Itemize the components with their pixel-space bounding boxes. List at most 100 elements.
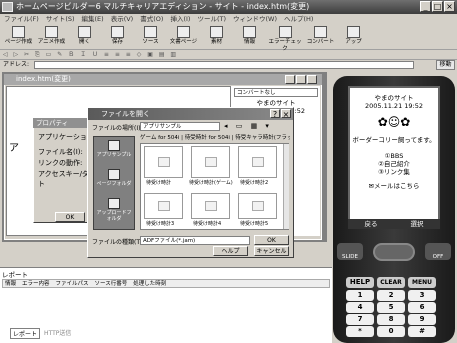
key-6[interactable]: 6 bbox=[408, 302, 436, 313]
menu-help[interactable]: ヘルプ(H) bbox=[284, 14, 313, 24]
menu-insert[interactable]: 挿入(I) bbox=[170, 14, 190, 24]
file-type-select[interactable]: ADFファイル(*.jam) bbox=[140, 236, 250, 245]
key-4[interactable]: 4 bbox=[346, 302, 374, 313]
dialog-nav-icons[interactable]: ◂ ▭ ▦ ▾ bbox=[224, 122, 272, 130]
file-tabs[interactable]: ゲーム for 504i | 待受時計 for 504i | 待受キャラ時計(フ… bbox=[140, 133, 290, 143]
look-in-select[interactable]: アプリサンプル bbox=[140, 122, 220, 131]
phone-site-title: やまのサイト bbox=[374, 94, 414, 102]
key-star[interactable]: * bbox=[346, 326, 374, 337]
file-thumb[interactable] bbox=[191, 193, 230, 219]
key-1[interactable]: 1 bbox=[346, 290, 374, 301]
document-title: index.htm(変更) bbox=[16, 75, 71, 83]
softkey-select[interactable]: 選択 bbox=[394, 219, 440, 229]
doc-close-button[interactable] bbox=[307, 75, 317, 84]
close-button[interactable]: × bbox=[444, 1, 455, 12]
address-input[interactable] bbox=[34, 61, 414, 69]
help-icon[interactable]: ? bbox=[270, 109, 280, 119]
key-hash[interactable]: # bbox=[408, 326, 436, 337]
menu-site[interactable]: サイト(S) bbox=[46, 14, 75, 24]
folder-icon bbox=[108, 198, 120, 209]
place-upload-folder[interactable]: アップロードフォルダ bbox=[95, 196, 133, 224]
doc-maximize-button[interactable] bbox=[296, 75, 306, 84]
file-label: 待受け時計(ゲーム) bbox=[189, 180, 233, 186]
convert-button[interactable]: コンバート bbox=[304, 24, 337, 50]
doc-page-button[interactable]: 文書ページ bbox=[167, 24, 200, 50]
menu-key[interactable]: MENU bbox=[408, 277, 436, 288]
prop-ok-button[interactable]: OK bbox=[55, 212, 85, 222]
key-9[interactable]: 9 bbox=[408, 314, 436, 325]
source-icon bbox=[144, 26, 157, 38]
save-button[interactable]: 保存 bbox=[101, 24, 134, 50]
material-icon bbox=[210, 26, 223, 38]
file-icon bbox=[251, 157, 264, 167]
preview-title: やまのサイト bbox=[256, 99, 296, 107]
convert-combo[interactable]: コンバートなし bbox=[234, 88, 318, 97]
dialog-close-button[interactable]: × bbox=[281, 109, 291, 119]
file-thumb[interactable] bbox=[144, 193, 183, 219]
phone-mail-link[interactable]: ✉メールはこちら bbox=[350, 182, 438, 190]
upload-button[interactable]: アップ bbox=[337, 24, 370, 50]
page-icon bbox=[12, 26, 25, 38]
report-col-time[interactable]: 処理した時刻 bbox=[133, 280, 166, 287]
clear-key[interactable]: CLEAR bbox=[377, 277, 405, 288]
floppy-icon bbox=[111, 26, 124, 38]
look-in-label: ファイルの場所(I): bbox=[92, 125, 143, 132]
help-key[interactable]: HELP bbox=[346, 277, 374, 288]
softkey-back[interactable]: 戻る bbox=[348, 219, 394, 229]
menu-file[interactable]: ファイル(F) bbox=[4, 14, 39, 24]
file-list-scrollbar[interactable] bbox=[283, 144, 289, 229]
key-5[interactable]: 5 bbox=[377, 302, 405, 313]
format-toolbar[interactable]: ◁ ▷ ✂ ⎘ ▭ ✎ Ｂ Ｉ Ｕ ≡ ≡ ≡ ◇ ▣ ▤ ▥ bbox=[0, 50, 457, 60]
key-7[interactable]: 7 bbox=[346, 314, 374, 325]
phone-screen: やまのサイト 2005.11.21 19:52 ✿☺✿ ボーダーコリー飼ってます… bbox=[348, 86, 440, 229]
maximize-button[interactable]: □ bbox=[432, 1, 443, 12]
file-thumb[interactable] bbox=[144, 146, 183, 178]
open-button[interactable]: 開く bbox=[68, 24, 101, 50]
key-3[interactable]: 3 bbox=[408, 290, 436, 301]
error-check-button[interactable]: エラーチェック bbox=[266, 24, 304, 52]
go-button[interactable]: 移動 bbox=[436, 60, 455, 70]
phone-menu-bbs[interactable]: ①BBS bbox=[350, 152, 438, 160]
format-tool-icons: ◁ ▷ ✂ ⎘ ▭ ✎ Ｂ Ｉ Ｕ ≡ ≡ ≡ ◇ ▣ ▤ ▥ bbox=[3, 51, 179, 58]
source-button[interactable]: ソース bbox=[134, 24, 167, 50]
menu-view[interactable]: 表示(V) bbox=[111, 14, 134, 24]
minimize-button[interactable]: _ bbox=[420, 1, 431, 12]
menubar: ファイル(F) サイト(S) 編集(E) 表示(V) 書式(O) 挿入(I) ツ… bbox=[0, 14, 457, 24]
dpad[interactable] bbox=[373, 243, 415, 261]
report-col-info[interactable]: 情報 bbox=[5, 280, 16, 287]
report-col-error[interactable]: エラー内容 bbox=[22, 280, 50, 287]
slide-button[interactable]: SLIDE bbox=[337, 243, 363, 260]
folder-icon bbox=[108, 169, 120, 180]
file-dialog-titlebar: ファイルを開く bbox=[88, 108, 293, 120]
file-thumb[interactable] bbox=[238, 193, 277, 219]
key-2[interactable]: 2 bbox=[377, 290, 405, 301]
ok-button[interactable]: OK bbox=[254, 235, 289, 245]
http-tab[interactable]: HTTP送信 bbox=[42, 328, 73, 337]
cancel-button[interactable]: キャンセル bbox=[254, 246, 289, 256]
report-col-path[interactable]: ファイルパス bbox=[56, 280, 89, 287]
report-tab[interactable]: レポート bbox=[10, 328, 41, 339]
key-8[interactable]: 8 bbox=[377, 314, 405, 325]
place-page-folder[interactable]: ページフォルダ bbox=[95, 167, 133, 195]
report-col-line[interactable]: ソース行番号 bbox=[95, 280, 128, 287]
menu-tools[interactable]: ツール(T) bbox=[197, 14, 226, 24]
doc-minimize-button[interactable] bbox=[285, 75, 295, 84]
new-page-button[interactable]: ページ作成 bbox=[2, 24, 35, 50]
off-button[interactable]: OFF bbox=[425, 243, 451, 260]
file-thumb[interactable] bbox=[191, 146, 230, 178]
menu-format[interactable]: 書式(O) bbox=[140, 14, 163, 24]
info-button[interactable]: 情報 bbox=[233, 24, 266, 50]
phone-menu-links[interactable]: ③リンク集 bbox=[350, 168, 438, 176]
help-button[interactable]: ヘルプ bbox=[213, 246, 248, 256]
window-titlebar: ホームページビルダー6 マルチキャリアエディション - サイト - index.… bbox=[0, 0, 457, 14]
phone-menu-intro[interactable]: ②自己紹介 bbox=[350, 160, 438, 168]
menu-edit[interactable]: 編集(E) bbox=[82, 14, 104, 24]
material-button[interactable]: 素材 bbox=[200, 24, 233, 50]
file-thumb[interactable] bbox=[238, 146, 277, 178]
place-app-sample[interactable]: アプリサンプル bbox=[95, 138, 133, 166]
menu-window[interactable]: ウィンドウ(W) bbox=[233, 14, 277, 24]
file-label: 待受け時計2 bbox=[240, 180, 269, 186]
anime-button[interactable]: アニメ作成 bbox=[35, 24, 68, 50]
key-0[interactable]: 0 bbox=[377, 326, 405, 337]
window-title: ホームページビルダー6 マルチキャリアエディション - サイト - index.… bbox=[16, 2, 310, 11]
